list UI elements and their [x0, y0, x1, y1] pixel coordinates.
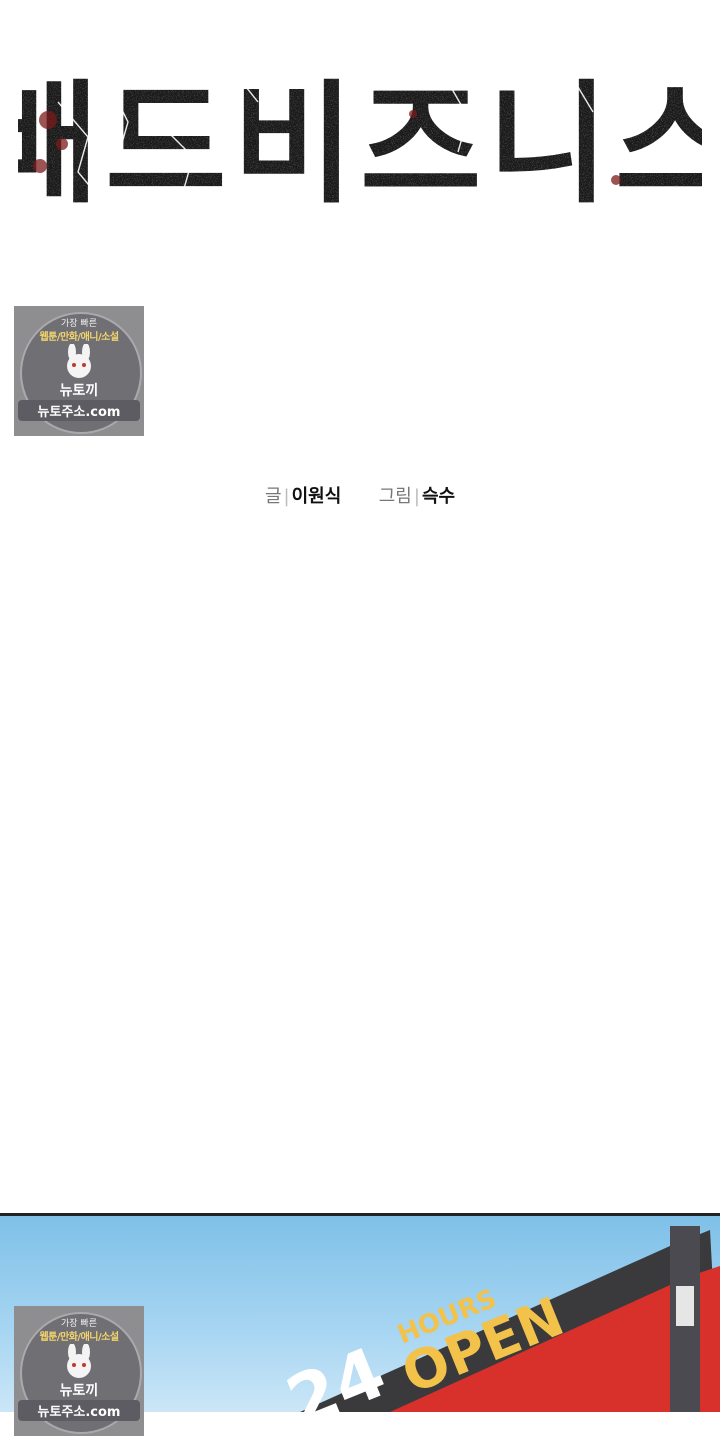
watermark-site-name: 뉴토끼	[59, 1383, 99, 1399]
writer-label: 글	[264, 486, 282, 507]
watermark-categories: 웹툰/만화/애니/소설	[39, 1332, 119, 1343]
credits-line: 글 | 이원식 그림 | 슥수	[0, 482, 720, 508]
sign-number-text: 24	[276, 1331, 397, 1412]
bunny-mascot-icon	[67, 344, 91, 378]
watermark-badge-bottom: 가장 빠른 웹툰/만화/애니/소설 뉴토끼 뉴토주소.com	[14, 1306, 144, 1436]
title-text: 배드비즈니스	[18, 68, 702, 212]
writer-name: 이원식	[291, 486, 342, 507]
watermark-site-name: 뉴토끼	[59, 383, 99, 399]
credit-separator: |	[283, 486, 290, 507]
watermark-badge-top: 가장 빠른 웹툰/만화/애니/소설 뉴토끼 뉴토주소.com	[14, 306, 144, 436]
artist-name: 슥수	[421, 486, 456, 507]
title-logo: 배드비즈니스	[18, 68, 702, 212]
credit-separator: |	[413, 486, 420, 507]
watermark-domain: 뉴토주소.com	[18, 1400, 140, 1421]
artist-label: 그림	[378, 486, 412, 507]
watermark-domain: 뉴토주소.com	[18, 400, 140, 421]
bunny-mascot-icon	[67, 1344, 91, 1378]
watermark-categories: 웹툰/만화/애니/소설	[39, 332, 119, 343]
